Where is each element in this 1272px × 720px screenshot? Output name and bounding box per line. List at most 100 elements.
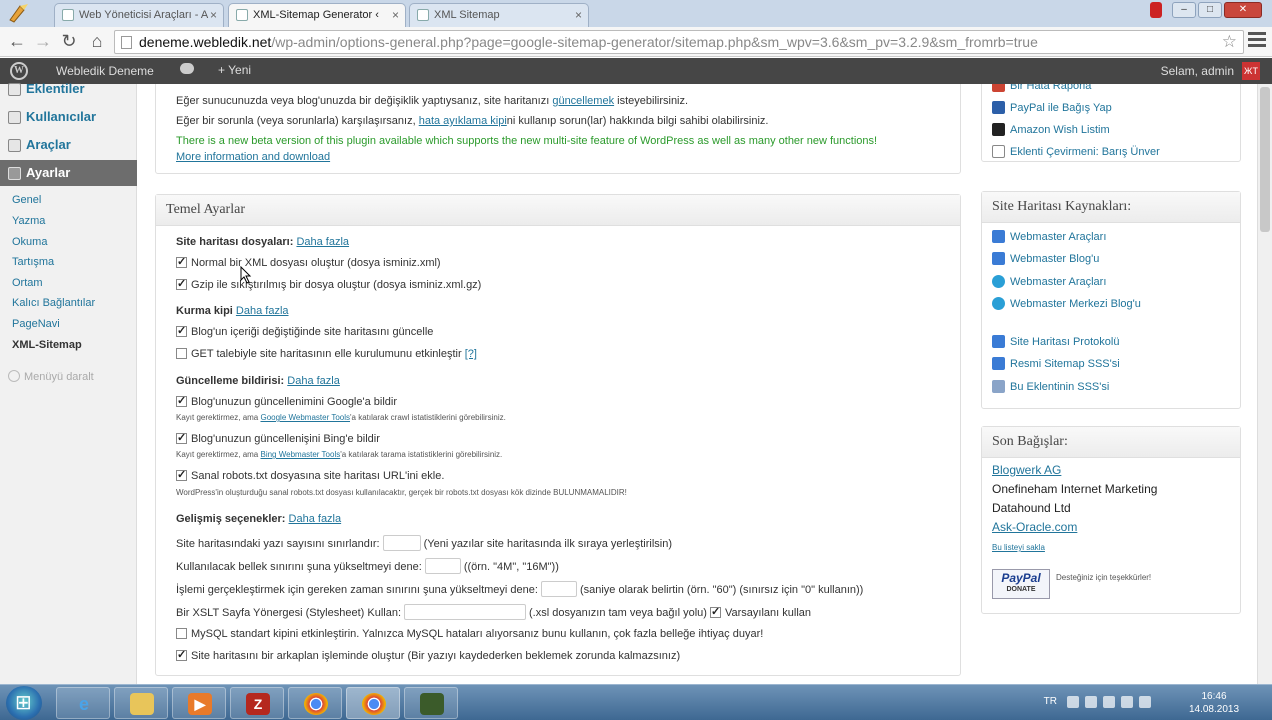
resource-link-bing-webmaster-blog[interactable]: Webmaster Merkezi Blog'u xyxy=(992,297,1141,310)
xml-file-checkbox[interactable] xyxy=(176,255,187,268)
beta-download-link[interactable]: More information and download xyxy=(176,151,330,163)
taskbar-internet-explorer[interactable]: e xyxy=(56,687,110,719)
avatar[interactable]: ЖТ xyxy=(1242,62,1260,80)
clock[interactable]: 16:46 14.08.2013 xyxy=(1184,690,1244,716)
memory-limit-input[interactable] xyxy=(424,558,461,574)
taskbar-media-player[interactable]: ▶ xyxy=(172,687,226,719)
help-link[interactable]: [?] xyxy=(465,348,477,360)
page-scrollbar[interactable] xyxy=(1257,84,1272,684)
tab-label: XML Sitemap xyxy=(434,9,500,21)
taskbar-filezilla[interactable]: Z xyxy=(230,687,284,719)
bug-report-link[interactable]: Bir Hata Raporla xyxy=(992,84,1091,92)
more-link[interactable]: Daha fazla xyxy=(236,305,289,317)
page-icon xyxy=(236,9,248,21)
time-limit-input[interactable] xyxy=(540,581,577,597)
browser-tab-xml-sitemap-generator[interactable]: XML-Sitemap Generator ‹ × xyxy=(228,3,406,28)
action-center-icon[interactable] xyxy=(1085,696,1097,708)
browser-menu-icon[interactable] xyxy=(1248,32,1266,50)
close-window-button[interactable]: ✕ xyxy=(1224,2,1262,18)
sidebar-item-kullanicilar[interactable]: Kullanıcılar xyxy=(0,104,137,130)
tray-icons xyxy=(1067,696,1182,710)
taskbar-chrome-1[interactable] xyxy=(288,687,342,719)
browser-tab-webmaster[interactable]: Web Yöneticisi Araçları - A × xyxy=(54,3,224,27)
settings-icon xyxy=(8,167,21,180)
volume-icon[interactable] xyxy=(1139,696,1151,708)
more-link[interactable]: Daha fazla xyxy=(289,513,342,525)
notice-line-debug: Eğer bir sorunla (veya sorunlarla) karşı… xyxy=(176,115,769,127)
minimize-button[interactable]: – xyxy=(1172,2,1196,18)
notify-google-checkbox[interactable] xyxy=(176,394,187,407)
back-button[interactable]: ← xyxy=(6,31,28,53)
extension-icon[interactable] xyxy=(1150,2,1162,18)
taskbar-file-explorer[interactable] xyxy=(114,687,168,719)
hide-list-link[interactable]: Bu listeyi sakla xyxy=(992,543,1045,552)
sidebar-item-araclar[interactable]: Araçlar xyxy=(0,132,137,158)
home-icon[interactable]: ⌂ xyxy=(86,31,108,53)
scrollbar-thumb[interactable] xyxy=(1260,87,1270,232)
more-link[interactable]: Daha fazla xyxy=(287,375,340,387)
network-icon[interactable] xyxy=(1067,696,1079,708)
browser-tab-xml-sitemap[interactable]: XML Sitemap × xyxy=(409,3,589,27)
maximize-button[interactable]: □ xyxy=(1198,2,1222,18)
paypal-donate-button[interactable]: PayPal DONATE xyxy=(992,569,1050,599)
submenu-okuma[interactable]: Okuma xyxy=(12,236,47,248)
rebuild-on-change-checkbox[interactable] xyxy=(176,324,187,337)
close-icon[interactable]: × xyxy=(575,8,582,22)
donor-item[interactable]: Ask-Oracle.com xyxy=(992,520,1077,534)
admin-bar-new[interactable]: + Yeni xyxy=(218,63,251,77)
device-icon[interactable] xyxy=(1103,696,1115,708)
robots-txt-checkbox[interactable] xyxy=(176,468,187,481)
comment-icon[interactable] xyxy=(180,63,194,74)
close-icon[interactable]: × xyxy=(210,8,217,22)
tab-label: Web Yöneticisi Araçları - A xyxy=(79,9,209,21)
admin-bar-user[interactable]: Selam, admin xyxy=(1161,64,1234,78)
taskbar-app[interactable] xyxy=(404,687,458,719)
translator-link[interactable]: Eklenti Çevirmeni: Barış Ünver xyxy=(992,145,1160,158)
debug-mode-link[interactable]: hata ayıklama kipi xyxy=(419,115,507,127)
submenu-yazma[interactable]: Yazma xyxy=(12,215,45,227)
xslt-path-input[interactable] xyxy=(404,604,527,620)
more-link[interactable]: Daha fazla xyxy=(296,236,349,248)
xslt-default-checkbox[interactable] xyxy=(710,605,721,618)
gzip-file-checkbox[interactable] xyxy=(176,277,187,290)
amazon-wishlist-link[interactable]: Amazon Wish Listim xyxy=(992,123,1110,136)
submenu-xml-sitemap[interactable]: XML-Sitemap xyxy=(12,339,82,351)
clock-time: 16:46 xyxy=(1201,691,1227,702)
submenu-kalici-baglantilar[interactable]: Kalıcı Bağlantılar xyxy=(12,297,95,309)
resource-link-bing-webmaster-tools[interactable]: Webmaster Araçları xyxy=(992,275,1106,288)
donor-item[interactable]: Blogwerk AG xyxy=(992,463,1061,477)
app-logo-icon xyxy=(9,4,28,23)
notify-bing-checkbox[interactable] xyxy=(176,431,187,444)
resource-link-sitemap-protocol[interactable]: Site Haritası Protokolü xyxy=(992,335,1119,348)
submenu-tartisma[interactable]: Tartışma xyxy=(12,256,54,268)
language-indicator[interactable]: TR xyxy=(1044,696,1057,707)
forward-button[interactable]: → xyxy=(32,31,54,53)
manual-get-checkbox[interactable] xyxy=(176,348,187,359)
collapse-menu-button[interactable]: Menüyü daralt xyxy=(8,370,94,383)
background-build-checkbox[interactable] xyxy=(176,648,187,661)
resource-link-google-webmaster-tools[interactable]: Webmaster Araçları xyxy=(992,230,1106,243)
adv-mysql-row: MySQL standart kipini etkinleştirin. Yal… xyxy=(176,628,763,640)
bing-webmaster-tools-link[interactable]: Bing Webmaster Tools xyxy=(260,450,340,459)
power-icon[interactable] xyxy=(1121,696,1133,708)
submenu-ortam[interactable]: Ortam xyxy=(12,277,43,289)
mysql-standard-checkbox[interactable] xyxy=(176,628,187,639)
resource-link-official-faq[interactable]: Resmi Sitemap SSS'si xyxy=(992,357,1120,370)
paypal-donate-link[interactable]: PayPal ile Bağış Yap xyxy=(992,101,1112,114)
post-limit-input[interactable] xyxy=(382,535,421,551)
submenu-genel[interactable]: Genel xyxy=(12,194,41,206)
bookmark-star-icon[interactable]: ☆ xyxy=(1222,32,1237,52)
address-bar[interactable]: deneme.webledik.net/wp-admin/options-gen… xyxy=(114,30,1244,54)
option-robots-row: Sanal robots.txt dosyasına site haritası… xyxy=(176,468,444,482)
taskbar-chrome-2[interactable] xyxy=(346,687,400,719)
update-sitemap-link[interactable]: güncellemek xyxy=(552,95,614,107)
start-button[interactable] xyxy=(6,686,42,720)
close-icon[interactable]: × xyxy=(392,8,399,22)
google-webmaster-tools-link[interactable]: Google Webmaster Tools xyxy=(260,413,350,422)
reload-button[interactable]: ↻ xyxy=(58,31,80,53)
resource-link-plugin-faq[interactable]: Bu Eklentinin SSS'si xyxy=(992,380,1109,393)
sidebar-item-eklentiler[interactable]: Eklentiler xyxy=(0,76,137,102)
sidebar-item-ayarlar[interactable]: Ayarlar xyxy=(0,160,144,186)
resource-link-google-webmaster-blog[interactable]: Webmaster Blog'u xyxy=(992,252,1099,265)
submenu-pagenavi[interactable]: PageNavi xyxy=(12,318,60,330)
